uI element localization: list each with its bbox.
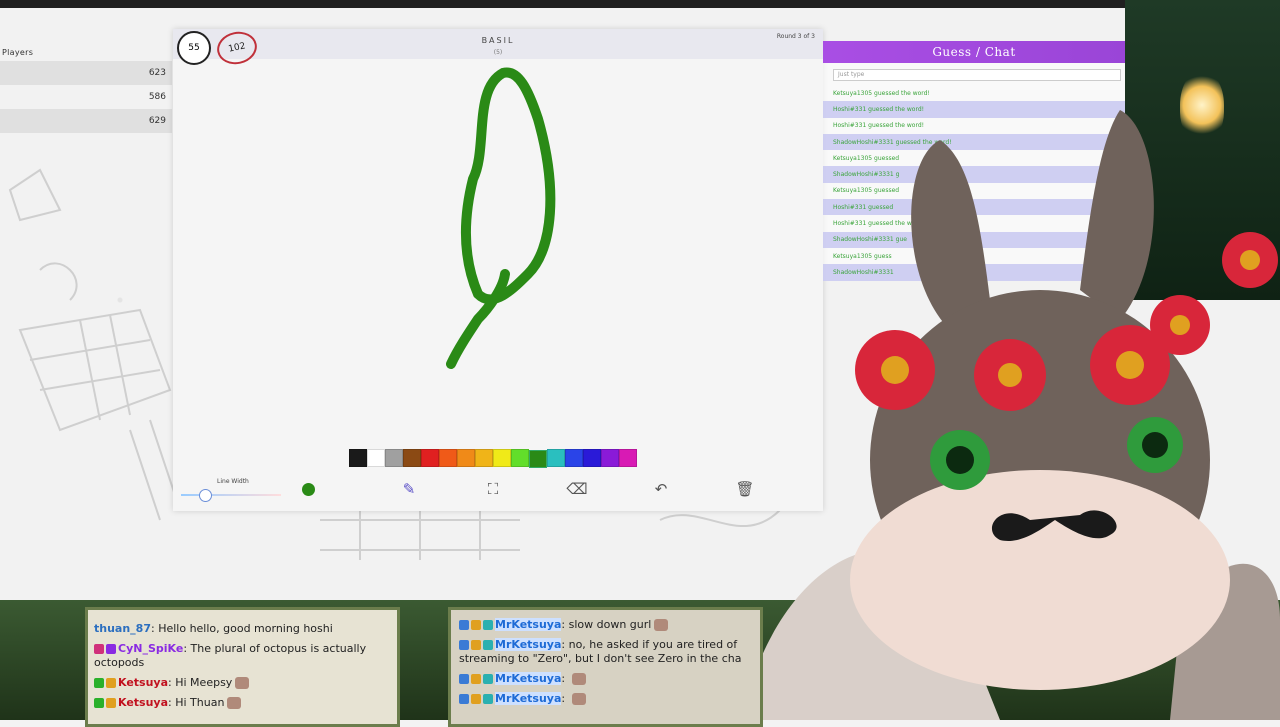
badge-icon	[471, 640, 481, 650]
slider-handle[interactable]	[199, 489, 212, 502]
pencil-icon: ✎	[402, 480, 416, 498]
chat-username: MrKetsuya	[495, 672, 562, 685]
chat-message: Ketsuya: Hi Meepsy	[94, 676, 391, 690]
color-swatch[interactable]	[475, 449, 493, 467]
emote-icon	[227, 697, 242, 709]
color-swatch[interactable]	[547, 449, 565, 467]
color-swatch[interactable]	[583, 449, 601, 467]
player-row: 623	[0, 61, 172, 85]
player-row: 586	[0, 85, 172, 109]
chat-username: MrKetsuya	[495, 692, 562, 705]
guess-input[interactable]: Just type	[833, 69, 1121, 81]
color-swatch[interactable]	[457, 449, 475, 467]
fill-tool[interactable]: ⛶	[483, 479, 503, 499]
current-color-indicator	[302, 483, 315, 496]
stream-chat-right: MrKetsuya: slow down gurl MrKetsuya: no,…	[448, 607, 763, 727]
color-palette	[349, 449, 637, 468]
emote-icon	[654, 619, 669, 631]
color-swatch[interactable]	[529, 450, 547, 468]
undo-icon: ↶	[654, 480, 668, 498]
color-swatch[interactable]	[565, 449, 583, 467]
player-row: 629	[0, 109, 172, 133]
badge-icon	[94, 678, 104, 688]
color-swatch[interactable]	[385, 449, 403, 467]
color-swatch[interactable]	[421, 449, 439, 467]
current-word: BASIL	[481, 36, 515, 45]
pencil-tool[interactable]: ✎	[399, 479, 419, 499]
badge-icon	[459, 694, 469, 704]
chat-text: slow down gurl	[568, 618, 652, 631]
badge-icon	[471, 620, 481, 630]
eraser-icon: ⌫	[566, 480, 588, 498]
fill-bucket-icon: ⛶	[487, 480, 499, 498]
emote-icon	[571, 673, 586, 685]
chat-username: CyN_SpiKe	[118, 642, 184, 655]
badge-icon	[483, 694, 493, 704]
badge-icon	[483, 640, 493, 650]
eraser-tool[interactable]: ⌫	[566, 479, 588, 499]
line-width-label: Line Width	[217, 478, 249, 485]
chat-text: Hi Thuan	[175, 696, 225, 709]
vtuber-avatar	[740, 110, 1280, 720]
badge-icon	[459, 674, 469, 684]
color-swatch[interactable]	[403, 449, 421, 467]
guess-chat-title: Guess / Chat	[823, 41, 1125, 63]
line-width-slider[interactable]	[181, 489, 281, 502]
color-swatch[interactable]	[439, 449, 457, 467]
badge-icon	[94, 698, 104, 708]
chat-username: MrKetsuya	[495, 618, 562, 631]
chat-username: thuan_87	[94, 622, 151, 635]
chat-message: Ketsuya: Hi Thuan	[94, 696, 391, 710]
player-score: 623	[148, 68, 166, 78]
chat-message: CyN_SpiKe: The plural of octopus is actu…	[94, 642, 367, 669]
player-score: 629	[148, 116, 166, 126]
badge-icon	[483, 674, 493, 684]
chat-message: MrKetsuya: slow down gurl	[459, 618, 752, 632]
players-header: Players	[2, 48, 34, 57]
chat-message: thuan_87: Hello hello, good morning hosh…	[94, 622, 333, 635]
color-swatch[interactable]	[367, 449, 385, 467]
game-header: 55 102 BASIL (5) Round 3 of 3	[173, 28, 823, 68]
guess-log-line: Ketsuya1305 guessed the word!	[833, 89, 930, 97]
player-score: 586	[148, 92, 166, 102]
stream-chat-left: thuan_87: Hello hello, good morning hosh…	[85, 607, 400, 727]
color-swatch[interactable]	[493, 449, 511, 467]
chat-username: MrKetsuya	[495, 638, 562, 651]
badge-icon	[483, 620, 493, 630]
chat-username: Ketsuya	[118, 696, 169, 709]
word-length: (5)	[493, 49, 503, 56]
badge-icon	[459, 640, 469, 650]
round-indicator: Round 3 of 3	[776, 33, 815, 40]
chat-username: Ketsuya	[118, 676, 169, 689]
badge-icon	[106, 698, 116, 708]
badge-icon	[471, 674, 481, 684]
top-bar	[0, 0, 1280, 8]
badge-icon	[459, 620, 469, 630]
chat-message: MrKetsuya:	[459, 672, 752, 686]
players-panel: Players 623 586 629	[0, 44, 172, 133]
badge-icon	[106, 678, 116, 688]
chat-text: Hi Meepsy	[175, 676, 233, 689]
chat-message: MrKetsuya: no, he asked if you are tired…	[459, 638, 742, 665]
chat-message: MrKetsuya:	[459, 692, 752, 706]
badge-icon	[106, 644, 116, 654]
emote-icon	[235, 677, 250, 689]
badge-icon	[471, 694, 481, 704]
chat-text: Hello hello, good morning hoshi	[158, 622, 333, 635]
emote-icon	[571, 693, 586, 705]
undo-button[interactable]: ↶	[651, 479, 671, 499]
color-swatch[interactable]	[349, 449, 367, 467]
badge-icon	[94, 644, 104, 654]
color-swatch[interactable]	[601, 449, 619, 467]
color-swatch[interactable]	[619, 449, 637, 467]
color-swatch[interactable]	[511, 449, 529, 467]
drawn-stroke	[446, 67, 556, 369]
